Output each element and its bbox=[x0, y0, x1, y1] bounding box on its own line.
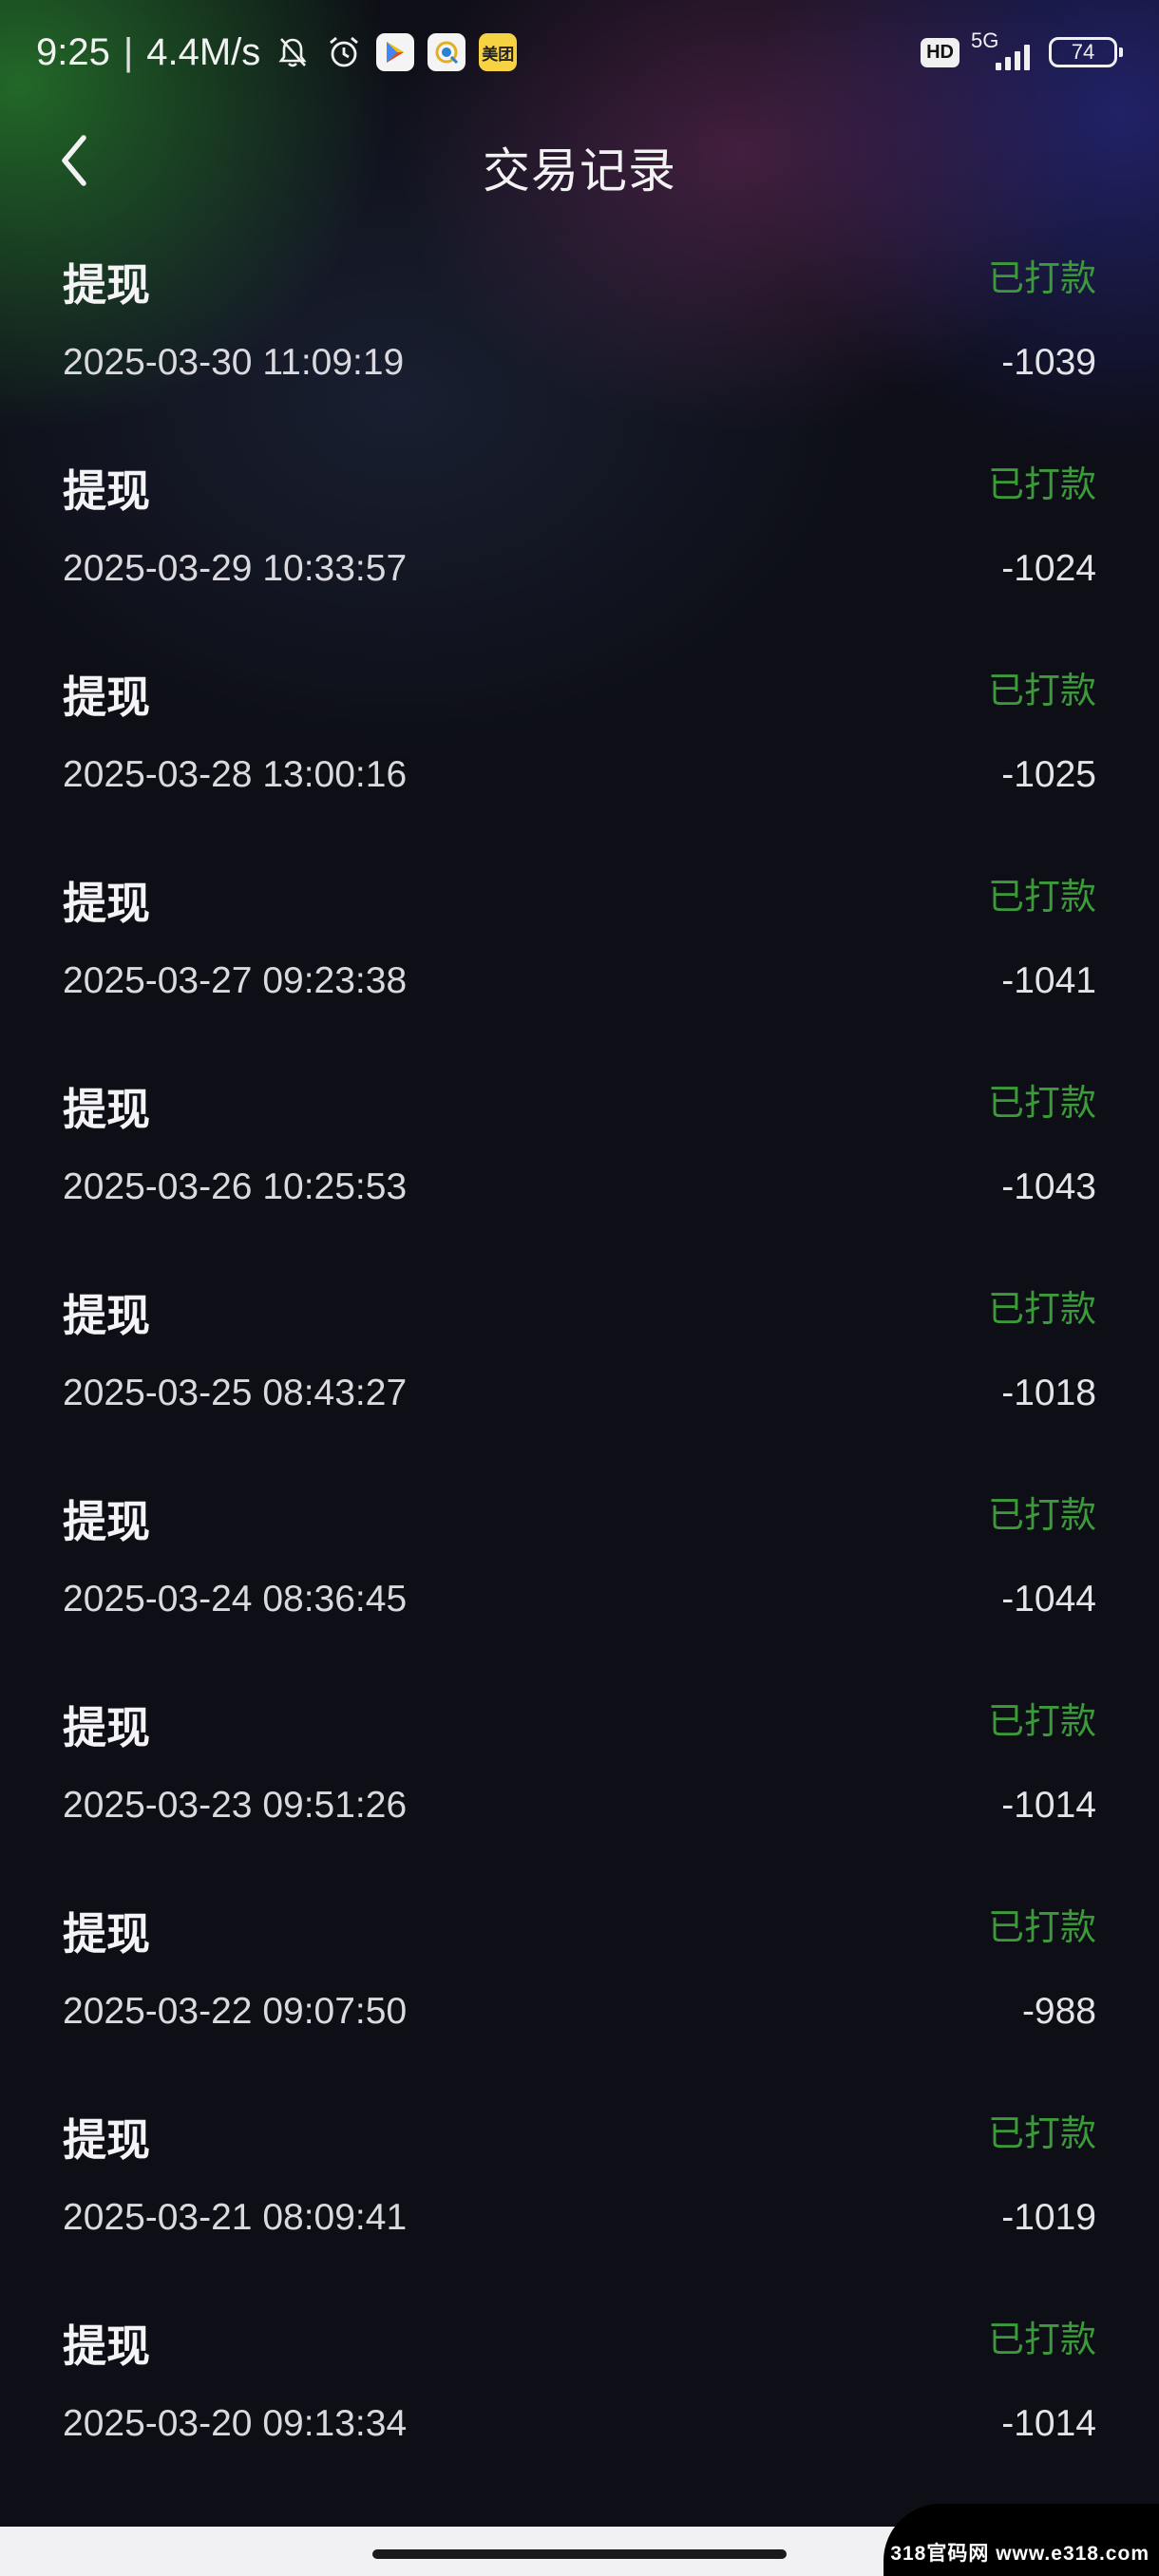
alarm-icon bbox=[325, 33, 363, 71]
transaction-time: 2025-03-20 09:13:34 bbox=[63, 2403, 408, 2444]
nav-header: 交易记录 bbox=[0, 104, 1159, 218]
page-title: 交易记录 bbox=[483, 143, 676, 199]
transaction-row[interactable]: 提现 已打款 2025-03-26 10:25:53 -1043 bbox=[0, 1062, 1159, 1268]
transaction-status: 已打款 bbox=[987, 2112, 1096, 2154]
transaction-row[interactable]: 提现 已打款 2025-03-25 08:43:27 -1018 bbox=[0, 1268, 1159, 1474]
transaction-row[interactable]: 提现 已打款 2025-03-24 08:36:45 -1044 bbox=[0, 1474, 1159, 1680]
bell-off-icon bbox=[274, 33, 312, 71]
transaction-amount: -1024 bbox=[1001, 548, 1096, 589]
transaction-amount: -1044 bbox=[1001, 1579, 1096, 1619]
transaction-status: 已打款 bbox=[987, 1906, 1096, 1948]
transaction-time: 2025-03-28 13:00:16 bbox=[63, 754, 408, 795]
transaction-status: 已打款 bbox=[987, 1700, 1096, 1742]
transaction-type: 提现 bbox=[63, 1290, 150, 1341]
hd-badge: HD bbox=[921, 37, 960, 67]
status-bar-left: 9:25 | 4.4M/s 美团 bbox=[36, 27, 518, 78]
transaction-amount: -1014 bbox=[1001, 2403, 1096, 2444]
transaction-type: 提现 bbox=[63, 2320, 150, 2372]
transaction-amount: -1018 bbox=[1001, 1373, 1096, 1413]
transaction-time: 2025-03-27 09:23:38 bbox=[63, 960, 408, 1001]
transaction-time: 2025-03-24 08:36:45 bbox=[63, 1579, 408, 1619]
transaction-type: 提现 bbox=[63, 1496, 150, 1547]
transaction-type: 提现 bbox=[63, 1702, 150, 1753]
transaction-amount: -1039 bbox=[1001, 342, 1096, 383]
signal-bars-icon bbox=[996, 45, 1030, 70]
transaction-status: 已打款 bbox=[987, 876, 1096, 918]
transaction-time: 2025-03-29 10:33:57 bbox=[63, 548, 408, 589]
transaction-row[interactable]: 提现 已打款 2025-03-21 08:09:41 -1019 bbox=[0, 2093, 1159, 2299]
transaction-row[interactable]: 提现 已打款 2025-03-29 10:33:57 -1024 bbox=[0, 444, 1159, 650]
transaction-amount: -1041 bbox=[1001, 960, 1096, 1001]
transaction-amount: -1043 bbox=[1001, 1166, 1096, 1207]
transaction-status: 已打款 bbox=[987, 670, 1096, 711]
transaction-row[interactable]: 提现 已打款 2025-03-28 13:00:16 -1025 bbox=[0, 650, 1159, 856]
transaction-row[interactable]: 提现 已打款 2025-03-27 09:23:38 -1041 bbox=[0, 856, 1159, 1062]
battery-level: 74 bbox=[1071, 40, 1095, 64]
home-indicator[interactable] bbox=[372, 2549, 787, 2559]
transaction-type: 提现 bbox=[63, 1084, 150, 1135]
transaction-type: 提现 bbox=[63, 878, 150, 929]
transaction-type: 提现 bbox=[63, 259, 150, 311]
status-bar: 9:25 | 4.4M/s 美团 HD 5G 74 bbox=[0, 0, 1159, 104]
transaction-status: 已打款 bbox=[987, 464, 1096, 505]
signal-block: 5G bbox=[971, 28, 1030, 74]
network-speed: 4.4M/s bbox=[146, 30, 261, 73]
transaction-amount: -1014 bbox=[1001, 1785, 1096, 1826]
transaction-time: 2025-03-22 09:07:50 bbox=[63, 1991, 408, 2032]
transaction-amount: -1019 bbox=[1001, 2197, 1096, 2238]
transaction-time: 2025-03-26 10:25:53 bbox=[63, 1166, 408, 1207]
transaction-amount: -1025 bbox=[1001, 754, 1096, 795]
meituan-icon: 美团 bbox=[479, 33, 518, 71]
battery-icon: 74 bbox=[1049, 37, 1123, 67]
transaction-time: 2025-03-25 08:43:27 bbox=[63, 1373, 408, 1413]
transaction-row[interactable]: 提现 已打款 2025-03-22 09:07:50 -988 bbox=[0, 1886, 1159, 2093]
transaction-list: 提现 已打款 2025-03-30 11:09:19 -1039 提现 已打款 … bbox=[0, 237, 1159, 2505]
status-bar-right: HD 5G 74 bbox=[921, 28, 1123, 74]
transaction-status: 已打款 bbox=[987, 257, 1096, 299]
transaction-status: 已打款 bbox=[987, 1494, 1096, 1536]
transaction-row[interactable]: 提现 已打款 2025-03-30 11:09:19 -1039 bbox=[0, 237, 1159, 444]
transaction-type: 提现 bbox=[63, 465, 150, 517]
watermark: 318官码网 www.e318.com bbox=[884, 2504, 1159, 2576]
transaction-status: 已打款 bbox=[987, 1082, 1096, 1124]
transaction-row[interactable]: 提现 已打款 2025-03-23 09:51:26 -1014 bbox=[0, 1680, 1159, 1886]
network-type: 5G bbox=[971, 28, 999, 52]
transaction-time: 2025-03-23 09:51:26 bbox=[63, 1785, 408, 1826]
status-separator: | bbox=[123, 30, 134, 73]
status-time: 9:25 bbox=[36, 30, 110, 73]
transaction-type: 提现 bbox=[63, 672, 150, 723]
play-store-icon bbox=[376, 33, 415, 71]
transaction-row[interactable]: 提现 已打款 2025-03-20 09:13:34 -1014 bbox=[0, 2299, 1159, 2505]
transaction-amount: -988 bbox=[1021, 1991, 1096, 2032]
transaction-type: 提现 bbox=[63, 1908, 150, 1960]
q-app-icon bbox=[428, 33, 466, 71]
transaction-time: 2025-03-21 08:09:41 bbox=[63, 2197, 408, 2238]
transaction-status: 已打款 bbox=[987, 1288, 1096, 1330]
transaction-type: 提现 bbox=[63, 2114, 150, 2166]
transaction-time: 2025-03-30 11:09:19 bbox=[63, 342, 405, 383]
transaction-status: 已打款 bbox=[987, 2319, 1096, 2360]
